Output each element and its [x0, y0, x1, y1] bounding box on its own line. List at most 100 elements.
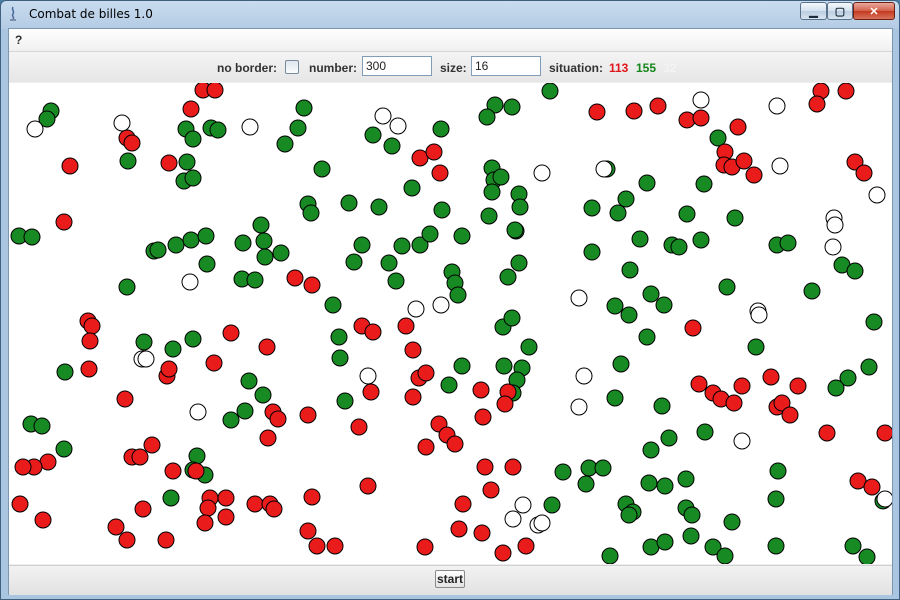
- white-marble: [768, 97, 786, 115]
- red-marble: [61, 157, 79, 175]
- red-marble: [625, 102, 643, 120]
- maximize-button[interactable]: ▢: [827, 2, 853, 20]
- red-marble: [286, 269, 304, 287]
- green-marble: [554, 463, 572, 481]
- green-marble: [272, 244, 290, 262]
- red-marble: [222, 324, 240, 342]
- green-marble: [594, 459, 612, 477]
- white-marble: [750, 306, 768, 324]
- green-marble: [541, 83, 559, 100]
- start-button[interactable]: start: [435, 570, 465, 588]
- no-border-checkbox[interactable]: [285, 60, 299, 74]
- green-marble: [718, 278, 736, 296]
- white-marble: [533, 514, 551, 532]
- green-marble: [23, 228, 41, 246]
- green-marble: [340, 194, 358, 212]
- green-marble: [492, 168, 510, 186]
- green-marble: [695, 175, 713, 193]
- green-marble: [677, 470, 695, 488]
- marble-arena[interactable]: [9, 83, 892, 564]
- red-marble: [476, 458, 494, 476]
- green-marble: [324, 296, 342, 314]
- red-marble: [182, 100, 200, 118]
- white-marble: [241, 118, 259, 136]
- green-marble: [642, 441, 660, 459]
- green-marble: [433, 201, 451, 219]
- red-marble: [217, 489, 235, 507]
- minimize-button[interactable]: ▁: [800, 2, 827, 20]
- green-marble: [858, 548, 876, 564]
- green-marble: [387, 272, 405, 290]
- green-marble: [601, 547, 619, 564]
- red-marble: [11, 495, 29, 513]
- green-marble: [606, 389, 624, 407]
- green-marble: [638, 328, 656, 346]
- green-marble: [370, 198, 388, 216]
- red-marble: [134, 500, 152, 518]
- red-marble: [876, 424, 892, 442]
- green-marble: [330, 328, 348, 346]
- red-marble: [729, 118, 747, 136]
- red-marble: [678, 111, 696, 129]
- red-marble: [404, 388, 422, 406]
- white-marble: [432, 296, 450, 314]
- green-marble: [403, 179, 421, 197]
- green-marble: [453, 357, 471, 375]
- red-marble: [83, 317, 101, 335]
- maximize-icon: ▢: [834, 5, 846, 18]
- white-marble: [514, 496, 532, 514]
- green-marble: [234, 234, 252, 252]
- red-marble: [34, 511, 52, 529]
- red-marble: [404, 341, 422, 359]
- red-marble: [303, 276, 321, 294]
- green-marble: [696, 423, 714, 441]
- green-marble: [331, 349, 349, 367]
- green-marble: [167, 236, 185, 254]
- green-marble: [440, 376, 458, 394]
- green-marble: [577, 475, 595, 493]
- close-icon: ✕: [869, 5, 879, 18]
- green-marble: [543, 496, 561, 514]
- red-marble: [837, 83, 855, 100]
- red-marble: [496, 395, 514, 413]
- red-marble: [362, 383, 380, 401]
- help-menu[interactable]: ?: [15, 33, 22, 47]
- red-count: 113: [609, 61, 629, 75]
- green-marble: [182, 231, 200, 249]
- close-button[interactable]: ✕: [853, 2, 895, 20]
- green-marble: [653, 397, 671, 415]
- white-marble: [504, 510, 522, 528]
- green-marble: [149, 241, 167, 259]
- size-input[interactable]: [471, 56, 541, 76]
- title-bar[interactable]: Combat de billes 1.0 ▁ ▢ ✕: [1, 1, 899, 27]
- green-marble: [295, 99, 313, 117]
- green-marble: [617, 190, 635, 208]
- red-marble: [733, 377, 751, 395]
- green-marble: [222, 411, 240, 429]
- white-marble: [189, 403, 207, 421]
- size-label: size:: [440, 61, 467, 75]
- white-marble: [137, 350, 155, 368]
- green-marble: [510, 254, 528, 272]
- red-marble: [364, 323, 382, 341]
- green-marble: [656, 533, 674, 551]
- green-marble: [33, 417, 51, 435]
- green-marble: [393, 237, 411, 255]
- red-marble: [588, 103, 606, 121]
- application-window: Combat de billes 1.0 ▁ ▢ ✕ ? no border: …: [0, 0, 900, 600]
- green-marble: [779, 234, 797, 252]
- red-marble: [446, 435, 464, 453]
- green-marble: [135, 333, 153, 351]
- number-input[interactable]: [362, 56, 432, 76]
- white-marble: [533, 164, 551, 182]
- green-marble: [421, 225, 439, 243]
- green-marble: [236, 402, 254, 420]
- green-marble: [162, 489, 180, 507]
- red-marble: [417, 364, 435, 382]
- white-marble: [876, 490, 892, 508]
- white-marble: [575, 367, 593, 385]
- red-marble: [308, 537, 326, 555]
- green-marble: [254, 386, 272, 404]
- green-marble: [480, 207, 498, 225]
- red-marble: [116, 390, 134, 408]
